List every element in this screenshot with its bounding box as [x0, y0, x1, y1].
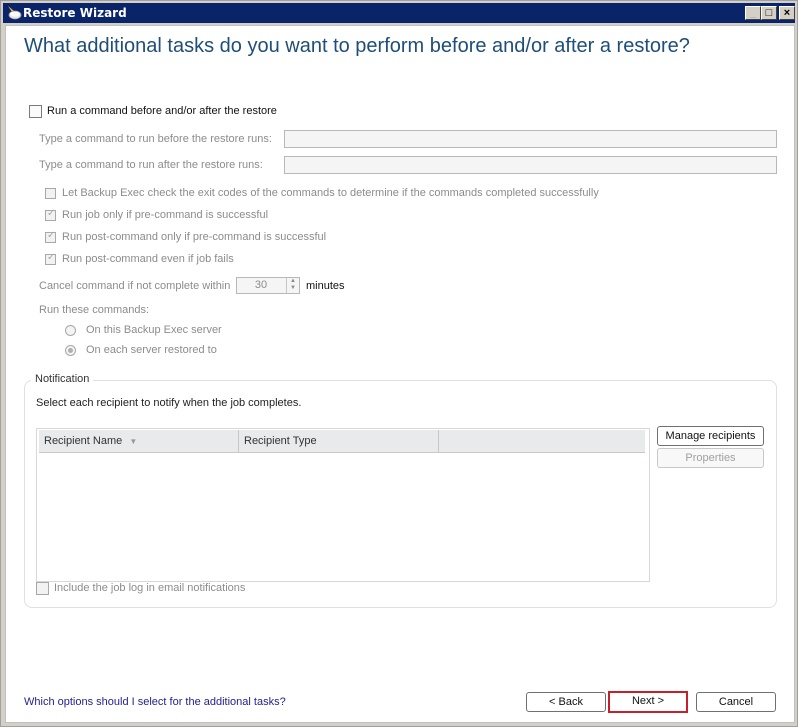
recipients-table[interactable]: Recipient Name ▼ Recipient Type [36, 428, 650, 582]
run-post-if-pre-success-label: Run post-command only if pre-command is … [62, 231, 327, 243]
sort-down-icon: ▼ [129, 437, 138, 446]
radio-each-server[interactable] [65, 345, 76, 356]
column-empty [439, 430, 645, 452]
notification-group: Notification Select each recipient to no… [24, 373, 777, 608]
run-command-label: Run a command before and/or after the re… [47, 105, 277, 117]
wizard-content: What additional tasks do you want to per… [5, 25, 795, 723]
post-command-label: Type a command to run after the restore … [39, 159, 263, 171]
pre-command-label: Type a command to run before the restore… [39, 133, 272, 145]
close-button[interactable]: × [779, 6, 795, 20]
radio-this-server[interactable] [65, 325, 76, 336]
run-post-even-if-fails-checkbox[interactable] [45, 252, 56, 265]
properties-button[interactable]: Properties [657, 448, 764, 468]
run-post-if-pre-success-checkbox[interactable] [45, 230, 56, 243]
pre-command-input[interactable] [284, 130, 777, 148]
restore-wizard-icon [8, 6, 22, 20]
radio-each-server-label: On each server restored to [86, 344, 217, 356]
column-recipient-type[interactable]: Recipient Type [239, 430, 439, 452]
run-command-checkbox[interactable] [29, 105, 42, 118]
help-link[interactable]: Which options should I select for the ad… [24, 696, 286, 708]
radio-this-server-label: On this Backup Exec server [86, 324, 222, 336]
run-these-commands-label: Run these commands: [39, 304, 150, 316]
spin-up-icon[interactable]: ▲ [287, 278, 299, 285]
include-job-log-checkbox[interactable] [36, 582, 49, 595]
post-command-input[interactable] [284, 156, 777, 174]
notification-title: Notification [31, 373, 94, 385]
next-button[interactable]: Next > [608, 691, 688, 713]
run-job-if-pre-success-label: Run job only if pre-command is successfu… [62, 209, 269, 221]
include-job-log-label: Include the job log in email notificatio… [54, 582, 246, 594]
minimize-button[interactable]: _ [745, 6, 761, 20]
notification-instruction: Select each recipient to notify when the… [36, 397, 302, 409]
check-exit-codes-label: Let Backup Exec check the exit codes of … [62, 187, 599, 199]
run-job-if-pre-success-checkbox[interactable] [45, 208, 56, 221]
back-button[interactable]: < Back [526, 692, 606, 712]
page-heading: What additional tasks do you want to per… [24, 35, 690, 57]
spin-down-icon[interactable]: ▼ [287, 285, 299, 292]
check-exit-codes-checkbox[interactable] [45, 188, 56, 199]
recipients-table-header: Recipient Name ▼ Recipient Type [39, 430, 645, 453]
manage-recipients-button[interactable]: Manage recipients [657, 426, 764, 446]
column-recipient-name[interactable]: Recipient Name ▼ [39, 430, 239, 452]
maximize-button[interactable]: □ [761, 6, 777, 20]
minutes-label: minutes [306, 280, 345, 292]
cancel-minutes-value: 30 [254, 279, 268, 291]
run-post-even-if-fails-label: Run post-command even if job fails [62, 253, 234, 265]
cancel-minutes-spinner[interactable]: 30 ▲ ▼ [236, 277, 300, 294]
spinner-arrows[interactable]: ▲ ▼ [286, 278, 299, 293]
cancel-button[interactable]: Cancel [696, 692, 776, 712]
title-bar: Restore Wizard _ □ × [3, 3, 795, 23]
restore-wizard-window: Restore Wizard _ □ × What additional tas… [0, 0, 798, 727]
window-title: Restore Wizard [23, 6, 127, 20]
cancel-command-label: Cancel command if not complete within [39, 280, 231, 292]
